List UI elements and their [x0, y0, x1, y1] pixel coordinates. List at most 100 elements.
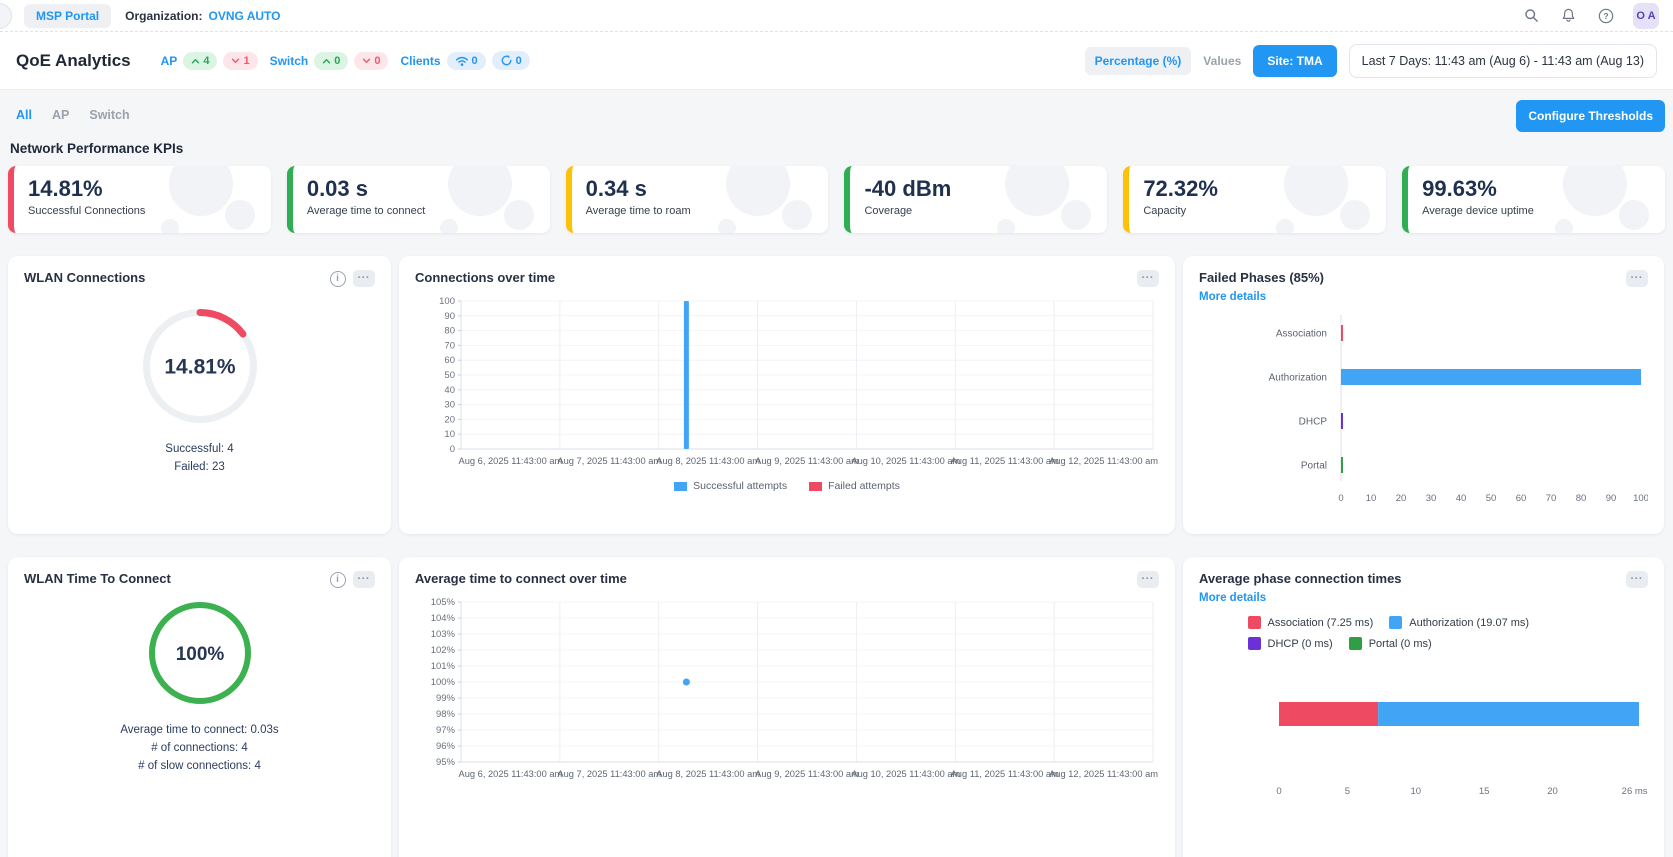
card-title: Connections over time	[415, 270, 555, 285]
svg-text:?: ?	[1603, 11, 1608, 21]
clients-count-label[interactable]: Clients	[400, 54, 440, 68]
svg-text:Aug 11, 2025 11:43:00 am: Aug 11, 2025 11:43:00 am	[951, 456, 1059, 466]
svg-text:101%: 101%	[431, 661, 456, 672]
svg-text:100: 100	[439, 296, 455, 307]
configure-thresholds-button[interactable]: Configure Thresholds	[1516, 100, 1665, 132]
ap-down-badge: 1	[223, 52, 257, 70]
donut-ring: 100%	[147, 600, 253, 706]
svg-text:40: 40	[1456, 493, 1467, 504]
svg-text:100%: 100%	[431, 677, 456, 688]
svg-text:15: 15	[1479, 786, 1490, 797]
unit-toggle-percentage[interactable]: Percentage (%)	[1085, 47, 1192, 75]
svg-text:98%: 98%	[436, 709, 456, 720]
search-icon[interactable]	[1523, 7, 1540, 24]
svg-text:Aug 10, 2025 11:43:00 am: Aug 10, 2025 11:43:00 am	[851, 456, 960, 466]
kpi-value: 0.03 s	[307, 176, 550, 201]
ellipsis-menu-icon[interactable]: ···	[1137, 571, 1160, 588]
legend-item: Authorization (19.07 ms)	[1389, 616, 1529, 629]
svg-text:30: 30	[444, 400, 455, 411]
chevron-up-icon	[322, 58, 331, 64]
kpi-card-average-time-to-roam: 0.34 sAverage time to roam	[566, 166, 829, 233]
legend-item: Association (7.25 ms)	[1248, 616, 1374, 629]
scope-tabs: All AP Switch	[16, 100, 130, 122]
avg-time-to-connect-card: Average time to connect over time ··· 10…	[399, 557, 1175, 857]
svg-text:40: 40	[444, 385, 455, 396]
svg-text:Authorization: Authorization	[1269, 373, 1327, 384]
failed-phases-card: Failed Phases (85%) ··· More details Ass…	[1183, 256, 1664, 534]
svg-text:0: 0	[1276, 786, 1281, 797]
card-title: Failed Phases (85%)	[1199, 270, 1324, 285]
svg-text:70: 70	[444, 340, 455, 351]
svg-text:Aug 6, 2025 11:43:00 am: Aug 6, 2025 11:43:00 am	[459, 769, 563, 779]
clients-roaming-count: 0	[516, 55, 522, 67]
svg-text:105%: 105%	[431, 597, 456, 608]
switch-count-label[interactable]: Switch	[270, 54, 309, 68]
connections-legend: Successful attemptsFailed attempts	[415, 480, 1159, 492]
more-details-link[interactable]: More details	[1199, 291, 1266, 303]
info-icon[interactable]: i	[330, 572, 346, 588]
svg-text:102%: 102%	[431, 645, 456, 656]
help-icon[interactable]: ?	[1597, 7, 1615, 25]
kpi-value: 99.63%	[1422, 176, 1665, 201]
kpi-label: Average time to roam	[586, 205, 829, 217]
svg-text:Aug 10, 2025 11:43:00 am: Aug 10, 2025 11:43:00 am	[851, 769, 960, 779]
failed-phases-chart: AssociationAuthorizationDHCPPortal010203…	[1199, 309, 1648, 514]
legend-swatch	[674, 482, 687, 491]
main-content: All AP Switch Configure Thresholds Netwo…	[0, 90, 1673, 857]
more-details-link[interactable]: More details	[1199, 592, 1266, 604]
card-title: Average time to connect over time	[415, 571, 627, 586]
organization-name-link[interactable]: OVNG AUTO	[208, 9, 280, 23]
svg-text:0: 0	[1338, 493, 1343, 504]
svg-text:10: 10	[1410, 786, 1421, 797]
info-icon[interactable]: i	[330, 271, 346, 287]
site-selector-button[interactable]: Site: TMA	[1253, 45, 1336, 77]
unit-toggle-values[interactable]: Values	[1203, 54, 1241, 68]
tab-switch[interactable]: Switch	[89, 108, 129, 122]
edge-partial-button[interactable]	[0, 3, 12, 29]
legend-item: DHCP (0 ms)	[1248, 637, 1333, 650]
kpi-card-successful-connections: 14.81%Successful Connections	[8, 166, 271, 233]
date-range-picker[interactable]: Last 7 Days: 11:43 am (Aug 6) - 11:43 am…	[1349, 44, 1657, 78]
ellipsis-menu-icon[interactable]: ···	[1626, 571, 1649, 588]
svg-text:50: 50	[1486, 493, 1497, 504]
hbar-authorization	[1341, 369, 1641, 385]
connections-over-time-card: Connections over time ··· 10090807060504…	[399, 256, 1175, 534]
connections-over-time-chart: 1009080706050403020100Aug 6, 2025 11:43:…	[415, 291, 1159, 478]
ap-down-count: 1	[243, 55, 249, 67]
legend-swatch	[809, 482, 822, 491]
roaming-icon	[500, 54, 513, 67]
ap-up-count: 4	[203, 55, 209, 67]
kpi-card-capacity: 72.32%Capacity	[1123, 166, 1386, 233]
kpi-card-average-time-to-connect: 0.03 sAverage time to connect	[287, 166, 550, 233]
svg-text:26 ms: 26 ms	[1622, 786, 1648, 797]
svg-text:60: 60	[444, 355, 455, 366]
kpi-value: 14.81%	[28, 176, 271, 201]
tab-all[interactable]: All	[16, 108, 32, 122]
ellipsis-menu-icon[interactable]: ···	[353, 571, 376, 588]
donut-footer: Average time to connect: 0.03s# of conne…	[120, 722, 278, 775]
ellipsis-menu-icon[interactable]: ···	[1626, 270, 1649, 287]
page-header: QoE Analytics AP 4 1 Switch 0 0 Clients …	[0, 32, 1673, 90]
hbar-association	[1341, 325, 1343, 341]
svg-text:90: 90	[444, 311, 455, 322]
ellipsis-menu-icon[interactable]: ···	[1137, 270, 1160, 287]
svg-text:104%: 104%	[431, 613, 456, 624]
legend-swatch	[1248, 616, 1261, 629]
user-avatar[interactable]: O A	[1633, 3, 1659, 29]
top-bar: MSP Portal Organization: OVNG AUTO ? O A	[0, 0, 1673, 32]
msp-portal-button[interactable]: MSP Portal	[24, 4, 111, 28]
svg-text:80: 80	[444, 326, 455, 337]
tab-ap[interactable]: AP	[52, 108, 69, 122]
ap-count-label[interactable]: AP	[161, 54, 178, 68]
svg-text:99%: 99%	[436, 693, 456, 704]
page-title: QoE Analytics	[16, 51, 131, 71]
ellipsis-menu-icon[interactable]: ···	[353, 270, 376, 287]
svg-text:Aug 8, 2025 11:43:00 am: Aug 8, 2025 11:43:00 am	[656, 456, 760, 466]
notifications-bell-icon[interactable]	[1560, 7, 1577, 24]
switch-down-count: 0	[374, 55, 380, 67]
kpi-value: 72.32%	[1143, 176, 1386, 201]
wifi-icon	[455, 55, 469, 67]
stack-segment-association	[1279, 702, 1378, 726]
svg-text:Aug 12, 2025 11:43:00 am: Aug 12, 2025 11:43:00 am	[1049, 769, 1158, 779]
legend-item: Failed attempts	[809, 480, 900, 492]
